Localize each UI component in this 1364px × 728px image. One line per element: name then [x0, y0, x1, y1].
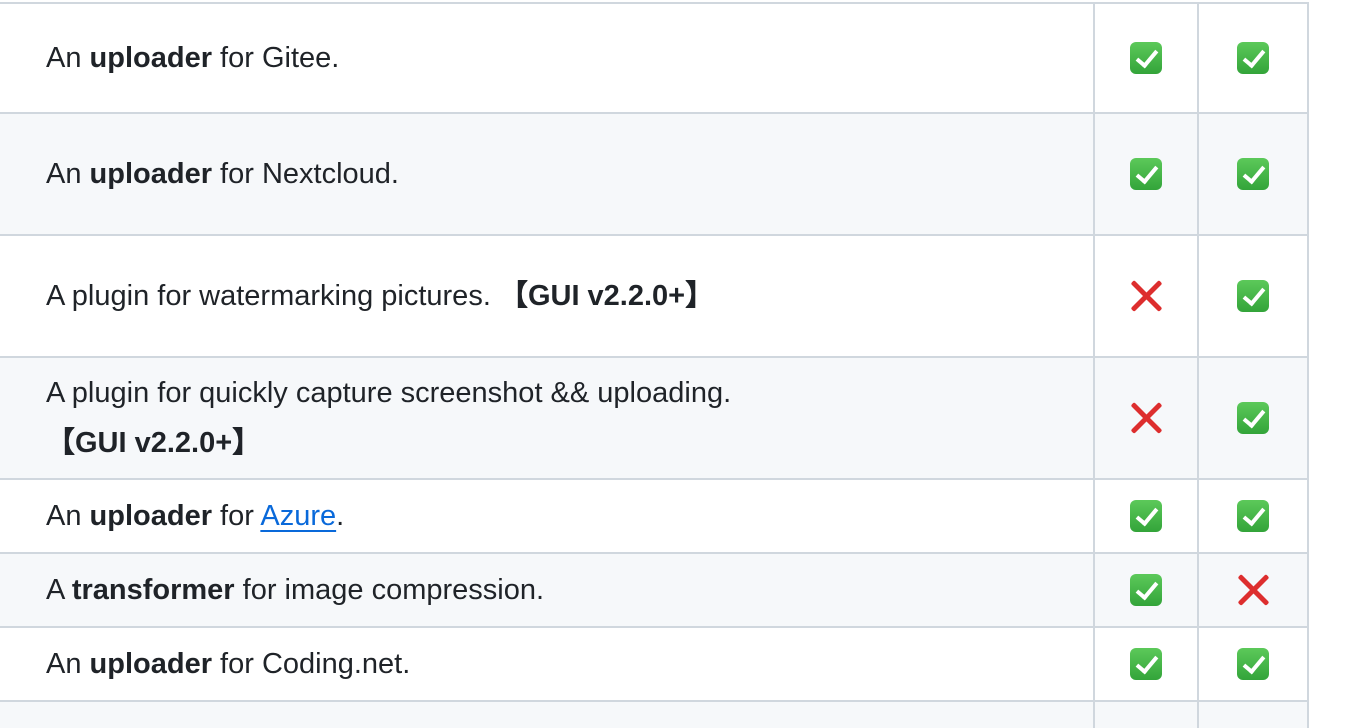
check-mark-icon	[1237, 648, 1269, 680]
check-mark-icon	[1130, 158, 1162, 190]
plugin-description: An uploader for Azure.	[0, 478, 1095, 554]
text-segment-bold: uploader	[89, 42, 212, 74]
text-segment: .	[336, 500, 345, 532]
support-cell-col2	[1197, 700, 1309, 728]
plugin-description: An uploader for Gitee.	[0, 2, 1095, 114]
check-mark-icon	[1130, 42, 1162, 74]
support-cell-col1	[1093, 356, 1199, 480]
table-row	[0, 700, 1309, 728]
plugin-description: A transformer for image compression.	[0, 552, 1095, 628]
check-mark-icon	[1237, 280, 1269, 312]
plugin-table-view: An uploader for Gitee. An uploader for N…	[0, 0, 1364, 728]
support-cell-col2	[1197, 478, 1309, 554]
plugin-description	[0, 700, 1095, 728]
text-segment-bold: 【GUI v2.2.0+】	[498, 280, 715, 312]
text-segment: for	[212, 500, 261, 532]
support-cell-col2	[1197, 2, 1309, 114]
check-mark-icon	[1237, 500, 1269, 532]
text-segment: An	[46, 648, 90, 680]
support-cell-col2	[1197, 626, 1309, 702]
check-mark-icon	[1130, 500, 1162, 532]
table-row: A transformer for image compression.	[0, 552, 1309, 628]
text-segment: A	[46, 574, 72, 606]
text-segment: A plugin for watermarking pictures.	[46, 280, 499, 312]
table-row: An uploader for Azure.	[0, 478, 1309, 554]
table-row: An uploader for Coding.net.	[0, 626, 1309, 702]
azure-link[interactable]: Azure	[260, 500, 336, 532]
table-row: An uploader for Nextcloud.	[0, 112, 1309, 236]
plugin-description: An uploader for Coding.net.	[0, 626, 1095, 702]
cross-mark-icon	[1129, 401, 1163, 435]
text-segment: An	[46, 42, 90, 74]
support-cell-col1	[1093, 234, 1199, 358]
support-cell-col1	[1093, 478, 1199, 554]
text-segment-bold: transformer	[71, 574, 235, 606]
cross-mark-icon	[1236, 573, 1270, 607]
table-row: A plugin for quickly capture screenshot …	[0, 356, 1309, 480]
support-cell-col2	[1197, 552, 1309, 628]
table-row: An uploader for Gitee.	[0, 2, 1309, 114]
plugin-description: A plugin for quickly capture screenshot …	[0, 356, 1095, 480]
text-segment-bold: uploader	[89, 500, 212, 532]
check-mark-icon	[1237, 42, 1269, 74]
support-cell-col1	[1093, 552, 1199, 628]
plugin-description: A plugin for watermarking pictures. 【GUI…	[0, 234, 1095, 358]
check-mark-icon	[1130, 648, 1162, 680]
text-segment-bold: uploader	[89, 158, 212, 190]
text-segment: for Coding.net.	[212, 648, 411, 680]
support-cell-col1	[1093, 2, 1199, 114]
cross-mark-icon	[1129, 279, 1163, 313]
plugin-table: An uploader for Gitee. An uploader for N…	[0, 2, 1309, 728]
check-mark-icon	[1237, 402, 1269, 434]
plugin-description: An uploader for Nextcloud.	[0, 112, 1095, 236]
text-segment-bold: uploader	[89, 648, 212, 680]
text-segment: for image compression.	[234, 574, 545, 606]
text-segment: An	[46, 500, 90, 532]
support-cell-col1	[1093, 112, 1199, 236]
check-mark-icon	[1130, 574, 1162, 606]
support-cell-col2	[1197, 234, 1309, 358]
text-segment-bold: 【GUI v2.2.0+】	[46, 427, 262, 459]
text-segment: for Gitee.	[212, 42, 340, 74]
support-cell-col2	[1197, 356, 1309, 480]
support-cell-col1	[1093, 626, 1199, 702]
text-segment: An	[46, 158, 90, 190]
support-cell-col1	[1093, 700, 1199, 728]
check-mark-icon	[1237, 158, 1269, 190]
text-segment: for Nextcloud.	[212, 158, 399, 190]
support-cell-col2	[1197, 112, 1309, 236]
table-row: A plugin for watermarking pictures. 【GUI…	[0, 234, 1309, 358]
text-segment: A plugin for quickly capture screenshot …	[46, 377, 732, 409]
